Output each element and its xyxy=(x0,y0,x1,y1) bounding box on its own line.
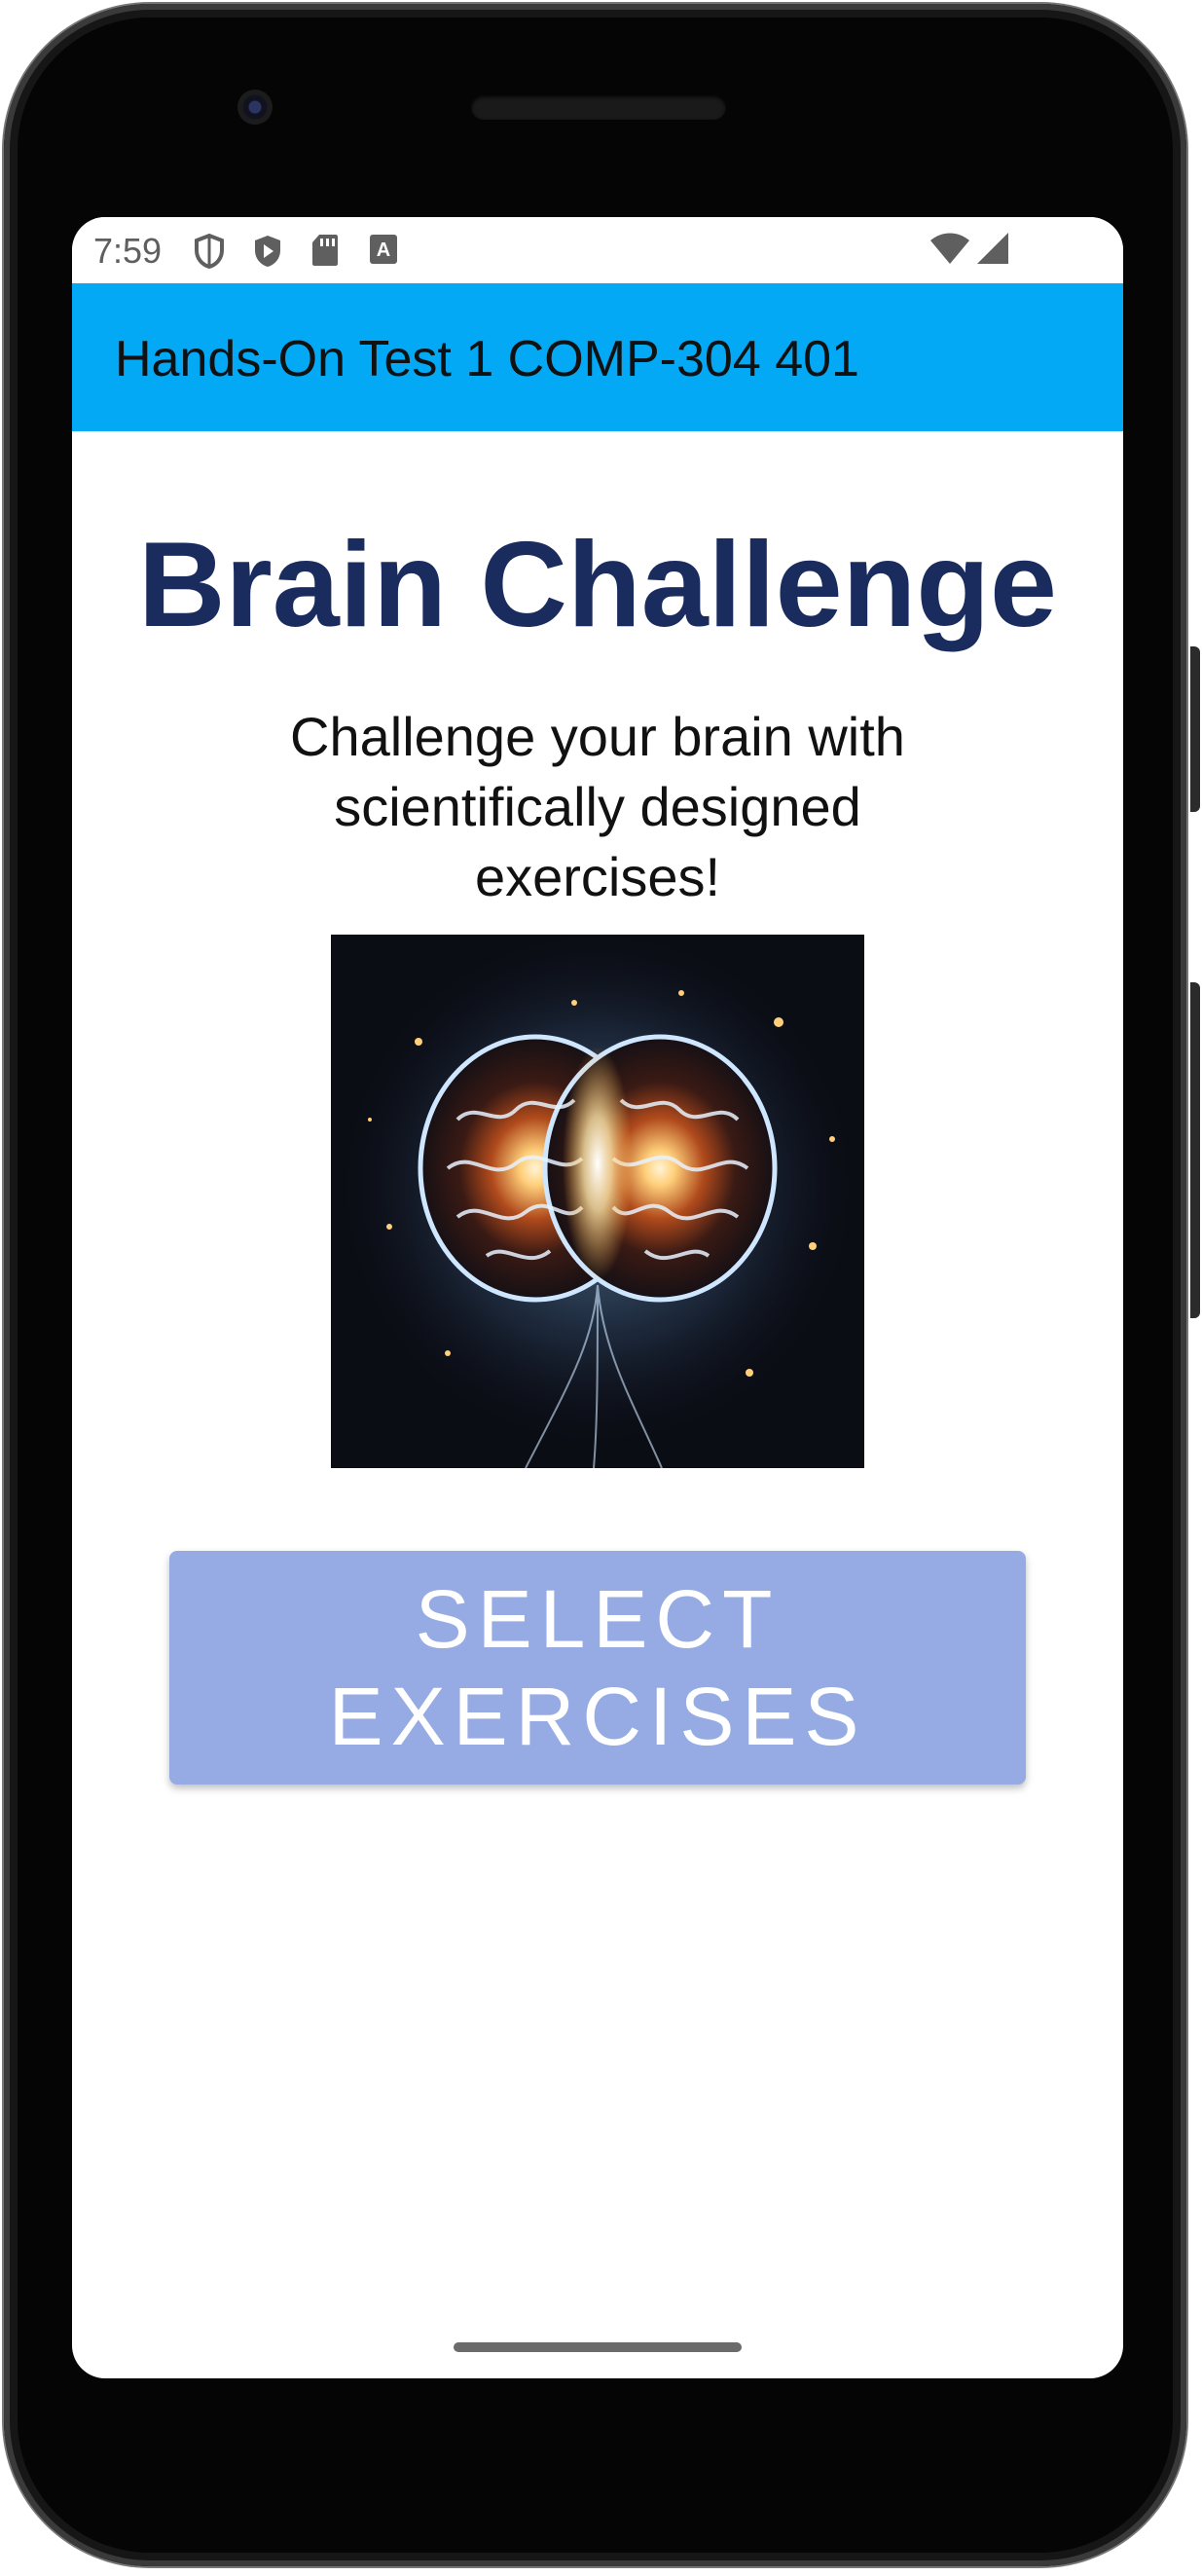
page-title: Brain Challenge xyxy=(138,518,1057,652)
volume-button[interactable] xyxy=(1190,982,1200,1318)
home-indicator[interactable] xyxy=(454,2342,742,2352)
phone-frame: 7:59 A Hands-On Test 1 COMP-304 401 Brai… xyxy=(4,4,1200,2566)
app-bar: Hands-On Test 1 COMP-304 401 xyxy=(72,283,1123,431)
front-camera xyxy=(237,90,273,125)
status-time: 7:59 xyxy=(93,231,163,271)
page-subtitle: Challenge your brain with scientifically… xyxy=(290,706,905,907)
device-screen: 7:59 A Hands-On Test 1 COMP-304 401 Brai… xyxy=(72,217,1123,2378)
app-title: Hands-On Test 1 COMP-304 401 xyxy=(115,331,859,387)
status-bar: 7:59 A xyxy=(72,217,1123,283)
font-a-icon: A xyxy=(369,233,398,271)
wifi-icon xyxy=(929,231,971,271)
cellular-signal-icon xyxy=(975,231,1010,271)
power-button[interactable] xyxy=(1190,646,1200,812)
play-shield-icon xyxy=(251,233,284,275)
shield-outline-icon xyxy=(193,233,226,275)
brain-image xyxy=(331,935,864,1468)
svg-text:A: A xyxy=(377,239,390,261)
earpiece-speaker xyxy=(471,94,726,120)
sd-card-icon xyxy=(310,233,340,273)
select-exercises-button[interactable]: SELECT EXERCISES xyxy=(169,1551,1026,1785)
